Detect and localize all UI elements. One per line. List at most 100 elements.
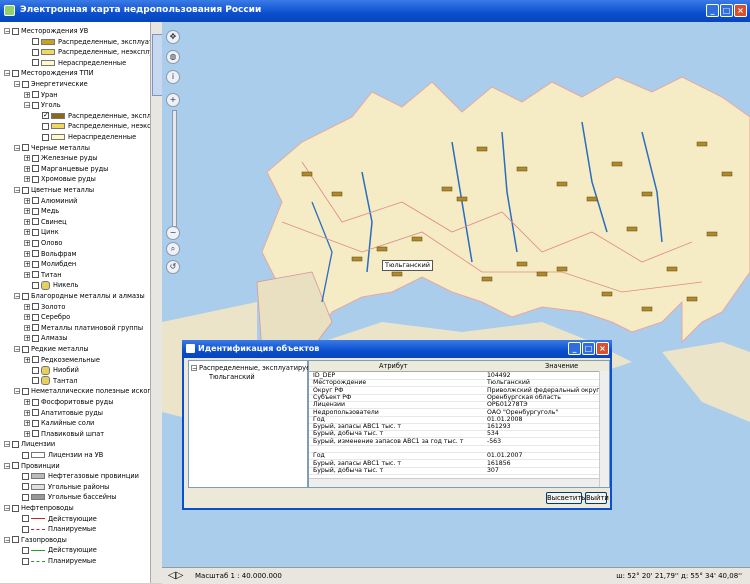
layer-tree-item[interactable]: − Черные металлы: [14, 143, 90, 153]
close-button[interactable]: ×: [734, 4, 747, 17]
layer-checkbox[interactable]: [22, 387, 29, 395]
search-icon[interactable]: ⌕: [166, 242, 180, 256]
expand-icon[interactable]: +: [24, 91, 30, 98]
layer-tree-item[interactable]: + Редкоземельные: [24, 355, 100, 365]
layer-checkbox[interactable]: [32, 175, 39, 183]
expand-icon[interactable]: −: [14, 187, 20, 194]
layer-tree-item[interactable]: + Цинк: [24, 227, 59, 237]
layer-checkbox[interactable]: [32, 398, 39, 406]
expand-icon[interactable]: −: [14, 293, 20, 300]
layer-tree-item[interactable]: + Медь: [24, 206, 59, 216]
layer-checkbox[interactable]: [22, 525, 29, 533]
layer-tree-item[interactable]: Тантал: [24, 376, 77, 386]
layer-checkbox[interactable]: [32, 356, 39, 364]
expand-icon[interactable]: +: [24, 155, 30, 162]
expand-icon[interactable]: +: [24, 409, 30, 416]
layer-tree-item[interactable]: Распределенные, эксплуатируемые: [34, 111, 162, 121]
layer-checkbox[interactable]: [22, 483, 29, 491]
layer-checkbox[interactable]: [22, 144, 29, 152]
expand-icon[interactable]: +: [24, 271, 30, 278]
layer-tree-item[interactable]: + Олово: [24, 238, 62, 248]
layer-tree-item[interactable]: + Титан: [24, 270, 62, 280]
layer-checkbox[interactable]: [32, 377, 39, 385]
layer-checkbox[interactable]: [32, 271, 39, 279]
expand-icon[interactable]: +: [24, 324, 30, 331]
layer-tree-item[interactable]: + Металлы платиновой группы: [24, 323, 143, 333]
layer-checkbox[interactable]: [22, 557, 29, 565]
table-row[interactable]: Бурый, добыча тыс. т 307: [309, 467, 599, 475]
layer-checkbox[interactable]: [22, 292, 29, 300]
layer-checkbox[interactable]: [32, 313, 39, 321]
layer-tree-item[interactable]: + Свинец: [24, 217, 67, 227]
layer-tree-item[interactable]: Никель: [24, 280, 78, 290]
layer-checkbox[interactable]: [32, 419, 39, 427]
layer-checkbox[interactable]: [32, 207, 39, 215]
layer-tree-item[interactable]: + Золото: [24, 302, 65, 312]
info-icon[interactable]: i: [166, 70, 180, 84]
expand-icon[interactable]: −: [4, 441, 10, 448]
layer-checkbox[interactable]: [12, 69, 19, 77]
dialog-close-button[interactable]: ×: [596, 342, 609, 355]
layer-tree-item[interactable]: − Лицензии: [4, 439, 55, 449]
layer-checkbox[interactable]: [22, 546, 29, 554]
layer-checkbox[interactable]: [42, 122, 49, 130]
zoom-out-icon[interactable]: −: [166, 226, 180, 240]
zoom-in-icon[interactable]: +: [166, 93, 180, 107]
layer-checkbox[interactable]: [22, 186, 29, 194]
expand-icon[interactable]: +: [24, 430, 30, 437]
layer-checkbox[interactable]: [12, 462, 19, 470]
minimize-button[interactable]: _: [706, 4, 719, 17]
layer-checkbox[interactable]: [32, 59, 39, 67]
layer-tree-item[interactable]: Действующие: [14, 514, 97, 524]
layer-checkbox[interactable]: [32, 430, 39, 438]
layer-tree-item[interactable]: − Месторождения УВ: [4, 26, 88, 36]
expand-icon[interactable]: +: [24, 303, 30, 310]
layer-checkbox[interactable]: [32, 334, 39, 342]
collapse-panel-icon[interactable]: ◁▷: [168, 568, 183, 584]
back-icon[interactable]: ↺: [166, 260, 180, 274]
layer-checkbox[interactable]: [32, 165, 39, 173]
expand-icon[interactable]: +: [24, 240, 30, 247]
expand-icon[interactable]: +: [24, 218, 30, 225]
expand-icon[interactable]: −: [4, 462, 10, 469]
tree-child[interactable]: Тюльганский: [209, 373, 255, 381]
layer-tree-item[interactable]: + Железные руды: [24, 153, 97, 163]
layer-checkbox[interactable]: [32, 154, 39, 162]
layer-tree-item[interactable]: + Калийные соли: [24, 418, 94, 428]
expand-icon[interactable]: +: [24, 356, 30, 363]
layer-checkbox[interactable]: [32, 281, 39, 289]
layer-checkbox[interactable]: [42, 112, 49, 120]
layer-checkbox[interactable]: [22, 472, 29, 480]
expand-icon[interactable]: +: [24, 420, 30, 427]
layer-tree-item[interactable]: Нераспределенные: [24, 58, 126, 68]
layer-tree-item[interactable]: + Хромовые руды: [24, 174, 96, 184]
layer-tree-item[interactable]: − Энергетические: [14, 79, 88, 89]
layer-checkbox[interactable]: [12, 536, 19, 544]
expand-icon[interactable]: +: [24, 261, 30, 268]
layer-tree-item[interactable]: Лицензии на УВ: [14, 450, 103, 460]
highlight-button[interactable]: Высветить: [546, 492, 585, 504]
expand-icon[interactable]: −: [4, 28, 10, 35]
layer-checkbox[interactable]: [32, 239, 39, 247]
expand-icon[interactable]: −: [14, 388, 20, 395]
expand-icon[interactable]: +: [24, 314, 30, 321]
expand-icon[interactable]: +: [24, 197, 30, 204]
layer-tree-item[interactable]: + Серебро: [24, 312, 70, 322]
layer-tree-item[interactable]: Распределенные, эксплуатируемые: [24, 37, 162, 47]
layer-tree-item[interactable]: Угольные районы: [14, 482, 109, 492]
layer-checkbox[interactable]: [32, 260, 39, 268]
layer-checkbox[interactable]: [22, 451, 29, 459]
tree-node[interactable]: − Распределенные, эксплуатируемые: [191, 364, 324, 372]
layer-tree-item[interactable]: − Газопроводы: [4, 535, 67, 545]
layer-tree-item[interactable]: − Уголь: [24, 100, 61, 110]
layer-tree-item[interactable]: + Апатитовые руды: [24, 408, 103, 418]
layer-checkbox[interactable]: [12, 27, 19, 35]
layer-tree-item[interactable]: + Молибден: [24, 259, 76, 269]
layer-checkbox[interactable]: [32, 324, 39, 332]
layer-checkbox[interactable]: [32, 228, 39, 236]
layer-checkbox[interactable]: [32, 303, 39, 311]
layer-checkbox[interactable]: [32, 197, 39, 205]
layer-tree-item[interactable]: Распределенные, неэксплуатируемые: [24, 47, 162, 57]
layer-tree-item[interactable]: Распределенные, неэксплуатируемые: [34, 121, 162, 131]
layer-checkbox[interactable]: [22, 515, 29, 523]
